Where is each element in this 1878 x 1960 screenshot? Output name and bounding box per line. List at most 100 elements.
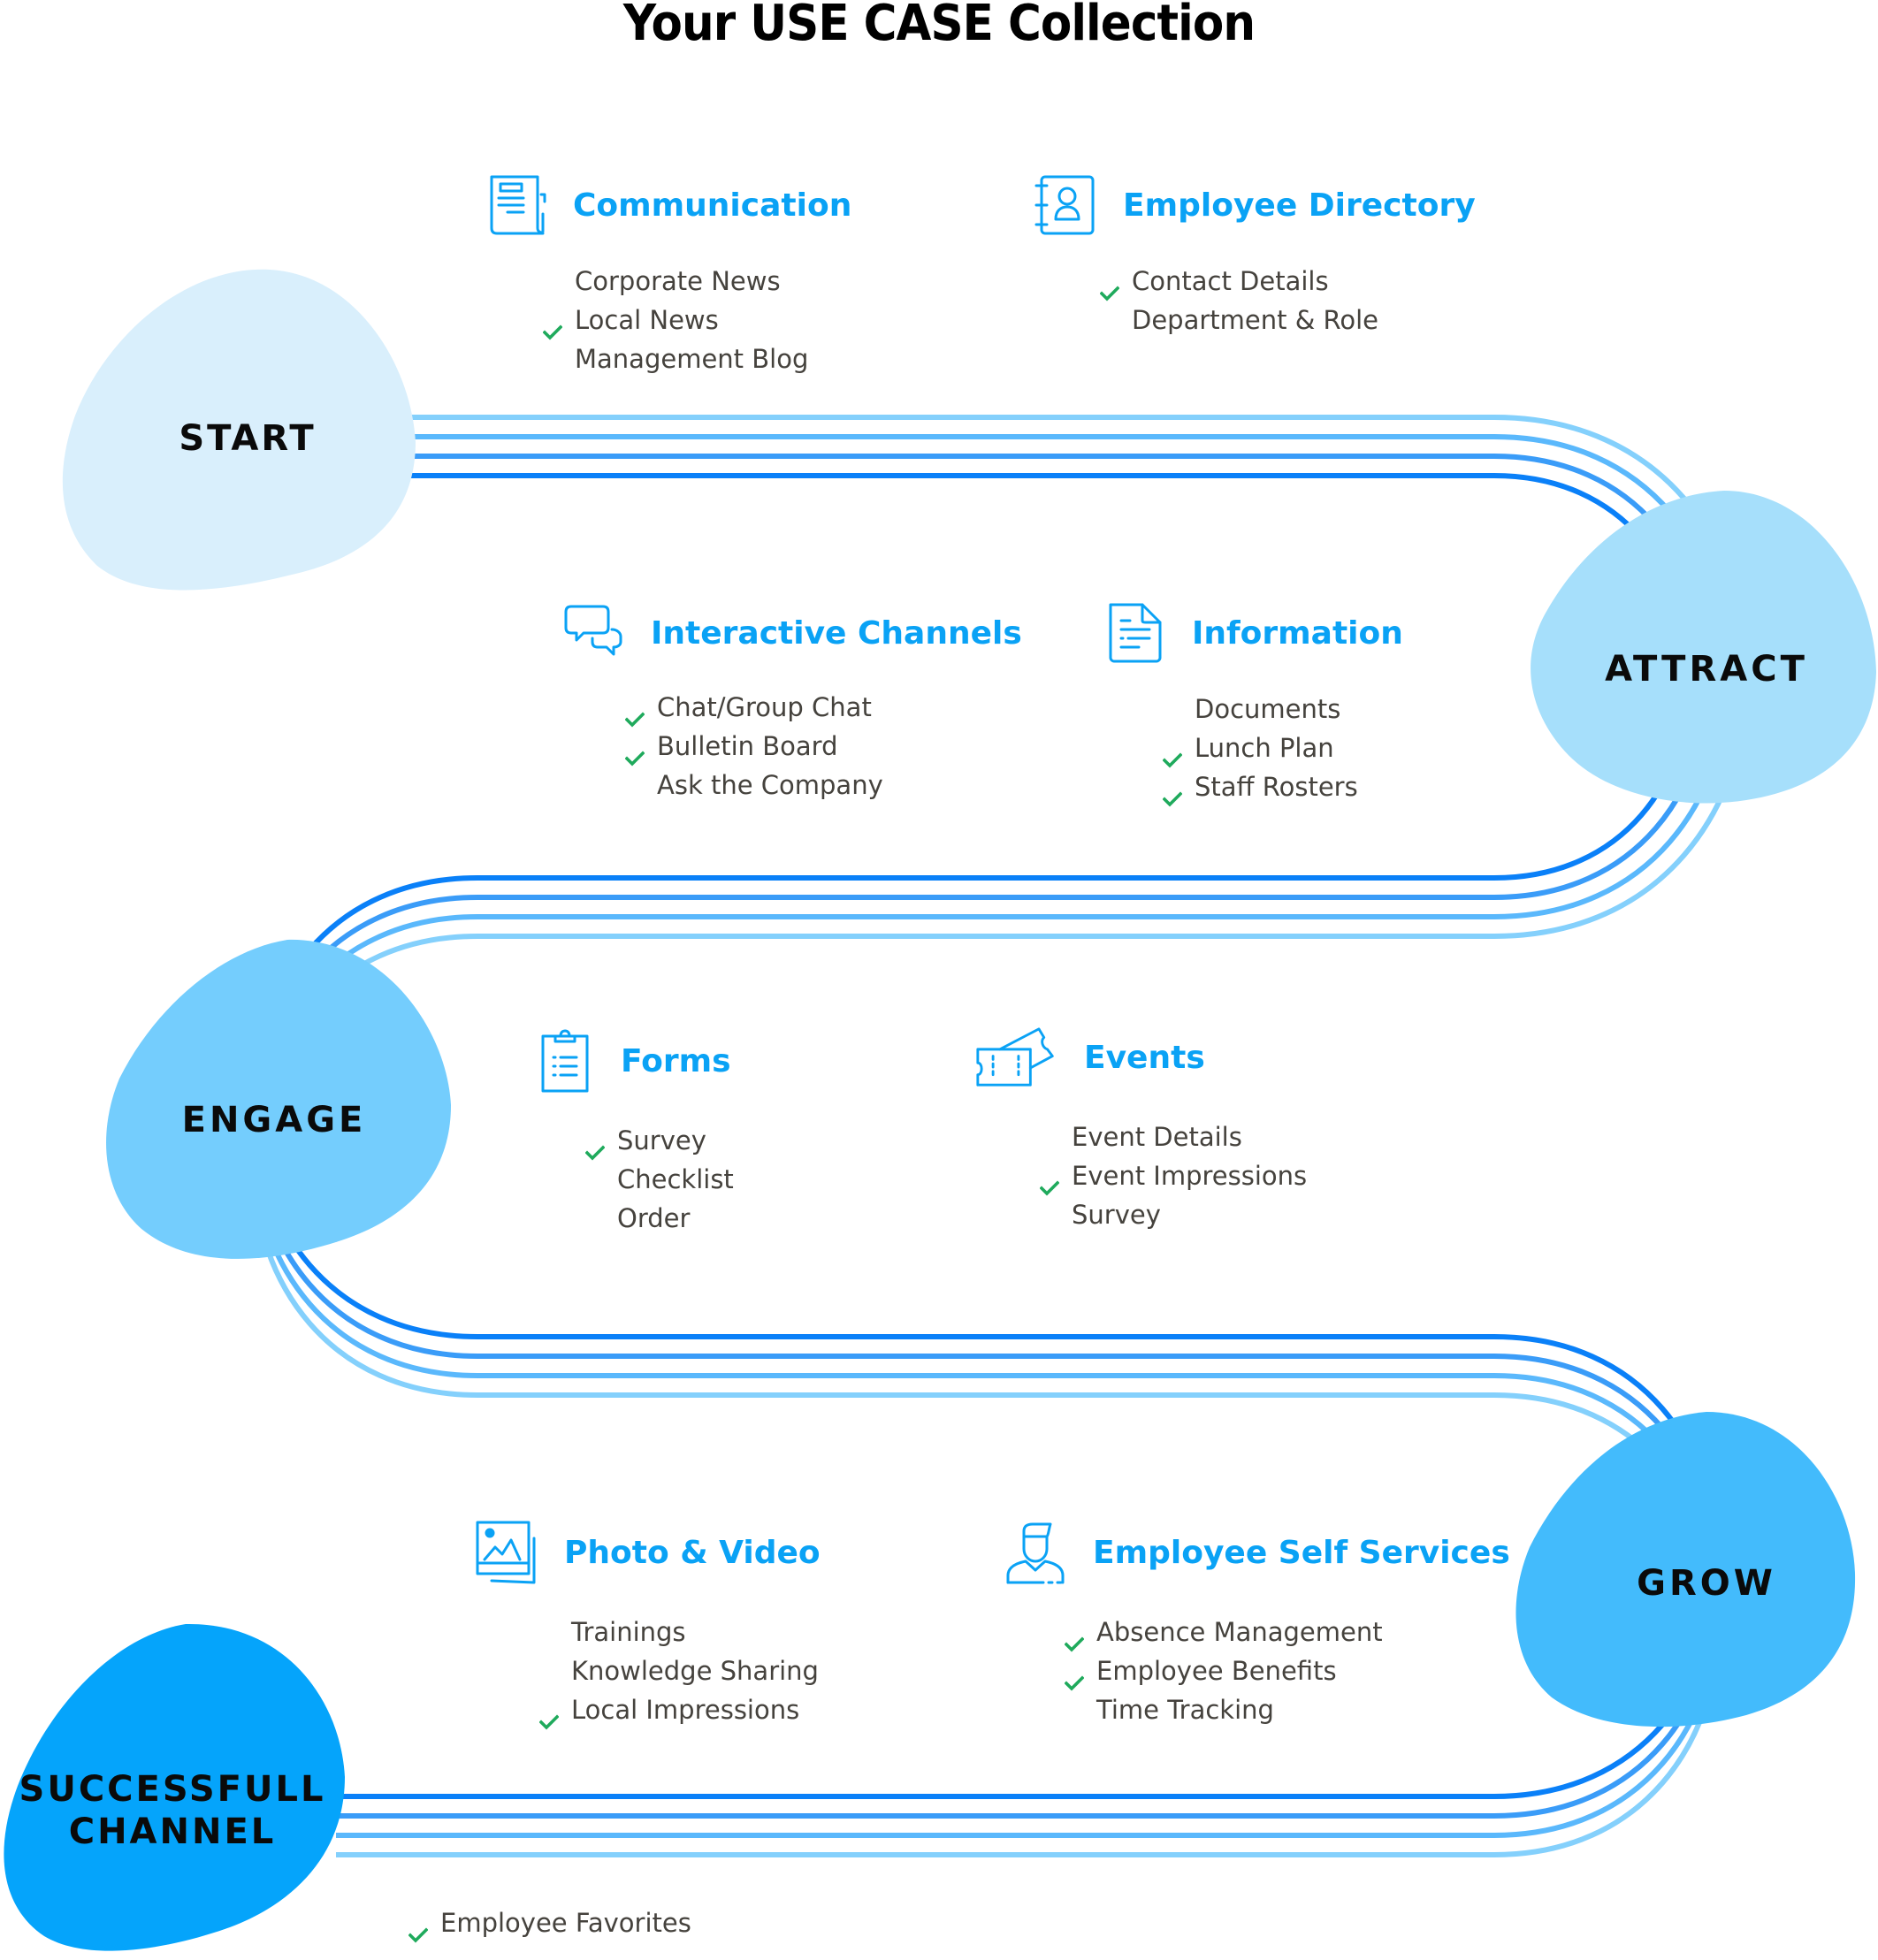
image-gallery-icon <box>476 1521 539 1584</box>
feature-list: Employee Favorites <box>408 1903 691 1943</box>
tickets-icon <box>974 1026 1059 1089</box>
checkmark-icon <box>1064 1624 1085 1652</box>
stage-label-success-line2: CHANNEL <box>68 1811 277 1852</box>
feature-item-label: Employee Favorites <box>440 1908 691 1938</box>
section-header: Information <box>1103 601 1403 665</box>
stage-blob-attract <box>1531 491 1876 804</box>
feature-item-label: Staff Rosters <box>1195 772 1358 802</box>
feature-item-label: Survey <box>1072 1200 1161 1230</box>
feature-item-label: Documents <box>1195 694 1341 724</box>
stage-label-success: SUCCESSFULL CHANNEL <box>18 1768 327 1853</box>
feature-list: Documents Lunch Plan Staff Rosters <box>1162 690 1358 807</box>
feature-list: Event Details Event Impressions Survey <box>1039 1117 1308 1234</box>
clipboard-icon <box>532 1029 596 1093</box>
stage-label-engage: ENGAGE <box>181 1100 367 1140</box>
feature-list: Chat/Group Chat Bulletin Board Ask the Co… <box>624 688 883 805</box>
feature-item-label: Survey <box>617 1125 706 1155</box>
feature-item-label: Department & Role <box>1132 305 1379 335</box>
feature-item-label: Chat/Group Chat <box>657 692 872 722</box>
feature-item: Corporate News <box>543 262 808 301</box>
section-title: Events <box>1084 1039 1205 1076</box>
feature-item-label: Event Details <box>1072 1122 1242 1152</box>
stage-label-attract: ATTRACT <box>1605 649 1808 690</box>
checkmark-icon <box>624 699 645 728</box>
checkmark-icon <box>408 1915 429 1943</box>
feature-item: Lunch Plan <box>1162 728 1358 768</box>
section-header: Interactive Channels <box>562 601 1022 665</box>
checkmark-icon <box>538 1702 560 1730</box>
chat-bubbles-icon <box>562 601 626 665</box>
feature-item: Documents <box>1163 690 1358 728</box>
section-header: Communication <box>485 173 851 237</box>
user-icon <box>1004 1521 1068 1584</box>
feature-item-label: Time Tracking <box>1096 1695 1274 1725</box>
feature-item-label: Absence Management <box>1096 1617 1383 1647</box>
section-title: Interactive Channels <box>651 614 1022 652</box>
feature-list: Contact Details Department & Role <box>1099 262 1378 339</box>
feature-item: Local News <box>542 301 808 340</box>
feature-item: Knowledge Sharing <box>539 1651 819 1690</box>
feature-item: Employee Benefits <box>1064 1651 1383 1691</box>
feature-item: Trainings <box>539 1613 819 1651</box>
section-header: Forms <box>532 1029 731 1093</box>
section-title: Information <box>1192 614 1403 652</box>
section-title: Photo & Video <box>564 1534 821 1571</box>
feature-item-label: Order <box>617 1203 691 1233</box>
feature-item-label: Contact Details <box>1132 266 1329 296</box>
feature-item-label: Employee Benefits <box>1096 1656 1337 1686</box>
document-icon <box>1103 601 1167 665</box>
checkmark-icon <box>1162 779 1183 807</box>
stage-label-success-line1: SUCCESSFULL <box>19 1769 326 1810</box>
feature-item: Contact Details <box>1099 262 1378 301</box>
feature-item: Order <box>585 1199 734 1238</box>
feature-item: Time Tracking <box>1065 1690 1383 1729</box>
feature-item-label: Knowledge Sharing <box>571 1656 819 1686</box>
feature-item-label: Event Impressions <box>1072 1161 1308 1191</box>
journey-line-4 <box>251 473 1722 1799</box>
contact-book-icon <box>1034 173 1098 237</box>
journey-path <box>4 269 1876 1951</box>
section-title: Employee Directory <box>1123 187 1476 224</box>
feature-item-label: Local News <box>575 305 719 335</box>
section-title: Forms <box>621 1042 731 1079</box>
feature-list: Survey Checklist Order <box>584 1121 734 1238</box>
checkmark-icon <box>1039 1168 1060 1196</box>
feature-item: Ask the Company <box>625 766 883 805</box>
feature-item-label: Bulletin Board <box>657 731 838 761</box>
feature-item: Survey <box>584 1121 734 1161</box>
feature-item-label: Ask the Company <box>657 770 883 800</box>
feature-item: Staff Rosters <box>1162 767 1358 807</box>
newspaper-icon <box>485 173 548 237</box>
feature-item: Employee Favorites <box>408 1903 691 1943</box>
stage-label-grow: GROW <box>1637 1563 1776 1604</box>
checkmark-icon <box>1099 273 1120 301</box>
feature-item-label: Corporate News <box>575 266 781 296</box>
checkmark-icon <box>584 1133 606 1161</box>
feature-item: Event Impressions <box>1039 1156 1308 1196</box>
checkmark-icon <box>624 738 645 766</box>
feature-item: Event Details <box>1040 1117 1307 1156</box>
checkmark-icon <box>542 312 563 340</box>
section-header: Employee Directory <box>1034 173 1476 237</box>
feature-item: Checklist <box>585 1160 734 1199</box>
feature-item: Chat/Group Chat <box>624 688 883 728</box>
checkmark-icon <box>1064 1663 1085 1691</box>
feature-item: Absence Management <box>1064 1613 1383 1652</box>
feature-item: Department & Role <box>1100 301 1378 339</box>
feature-list: Absence Management Employee Benefits Time… <box>1064 1613 1383 1729</box>
feature-item: Local Impressions <box>538 1690 819 1730</box>
stage-label-start: START <box>179 418 317 459</box>
feature-item: Management Blog <box>543 339 808 378</box>
feature-item-label: Management Blog <box>575 344 809 374</box>
feature-item-label: Lunch Plan <box>1195 733 1334 763</box>
feature-list: Trainings Knowledge Sharing Local Impress… <box>538 1613 819 1730</box>
feature-item: Survey <box>1040 1195 1307 1234</box>
section-title: Communication <box>573 187 852 224</box>
feature-item: Bulletin Board <box>624 727 883 766</box>
feature-item-label: Trainings <box>571 1617 686 1647</box>
feature-item-label: Local Impressions <box>571 1695 800 1725</box>
section-header: Photo & Video <box>476 1521 821 1584</box>
feature-item-label: Checklist <box>617 1164 734 1194</box>
feature-list: Corporate News Local News Management Blog <box>542 262 808 378</box>
checkmark-icon <box>1162 740 1183 768</box>
